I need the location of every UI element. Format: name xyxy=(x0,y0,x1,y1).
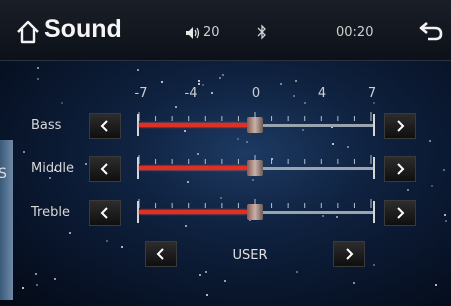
middle-decrease-button[interactable] xyxy=(89,156,121,182)
chevron-left-icon xyxy=(156,248,164,260)
star xyxy=(347,146,349,149)
left-edge-panel: S xyxy=(0,140,13,300)
star xyxy=(219,77,222,80)
slider-knob[interactable] xyxy=(247,204,263,220)
star xyxy=(223,279,226,282)
bass-decrease-button[interactable] xyxy=(89,113,121,139)
chevron-left-icon xyxy=(100,207,108,219)
chevron-right-icon xyxy=(346,248,354,260)
treble-increase-button[interactable] xyxy=(384,200,416,226)
volume-icon xyxy=(186,27,200,39)
volume-value: 20 xyxy=(203,25,220,40)
mode-previous-button[interactable] xyxy=(145,241,177,267)
slider-end xyxy=(373,114,375,136)
star xyxy=(84,162,87,165)
star xyxy=(205,294,208,297)
star xyxy=(372,102,375,105)
bass-increase-button[interactable] xyxy=(384,113,416,139)
star xyxy=(444,220,447,223)
chevron-left-icon xyxy=(100,163,108,175)
middle-increase-button[interactable] xyxy=(384,156,416,182)
star xyxy=(199,273,202,276)
slider-knob[interactable] xyxy=(247,117,263,133)
page-title: Sound xyxy=(44,15,122,43)
mode-next-button[interactable] xyxy=(333,241,365,267)
star xyxy=(106,240,109,243)
star xyxy=(210,92,213,95)
star xyxy=(331,143,334,146)
home-icon[interactable] xyxy=(15,19,41,45)
star xyxy=(69,231,72,234)
star xyxy=(61,101,64,104)
star xyxy=(185,225,188,228)
star xyxy=(186,181,189,184)
star xyxy=(236,137,239,140)
star xyxy=(161,80,164,83)
star xyxy=(442,168,445,171)
star xyxy=(245,141,248,144)
slider-end xyxy=(373,157,375,179)
slider-fill xyxy=(139,166,247,170)
slider-rail xyxy=(263,211,373,214)
slider-rail xyxy=(263,167,373,170)
scale-label: 7 xyxy=(367,86,377,101)
star xyxy=(48,176,51,179)
slider-fill xyxy=(139,210,247,214)
chevron-right-icon xyxy=(397,207,405,219)
band-label-bass: Bass xyxy=(31,118,62,133)
slider-fill xyxy=(139,123,247,127)
chevron-right-icon xyxy=(397,120,405,132)
star xyxy=(434,284,437,287)
left-edge-panel-text: S xyxy=(0,166,7,182)
scale-label: -7 xyxy=(134,86,148,101)
star xyxy=(54,277,56,280)
band-label-middle: Middle xyxy=(31,161,74,176)
treble-decrease-button[interactable] xyxy=(89,200,121,226)
star xyxy=(197,80,200,83)
star xyxy=(204,271,207,274)
scale-label: 0 xyxy=(251,86,261,101)
star xyxy=(372,264,375,267)
star xyxy=(428,139,431,142)
star xyxy=(221,74,224,77)
back-icon[interactable] xyxy=(418,20,444,42)
bass-slider[interactable] xyxy=(135,112,375,136)
star xyxy=(251,178,254,181)
bluetooth-icon xyxy=(257,24,266,40)
star xyxy=(295,80,298,83)
star xyxy=(36,67,39,70)
star xyxy=(35,284,38,287)
slider-rail xyxy=(263,124,373,127)
treble-slider[interactable] xyxy=(135,199,375,223)
clock: 00:20 xyxy=(336,25,374,40)
star xyxy=(121,245,124,248)
star xyxy=(296,270,299,273)
star xyxy=(280,82,283,85)
chevron-right-icon xyxy=(397,163,405,175)
middle-slider[interactable] xyxy=(135,155,375,179)
chevron-left-icon xyxy=(100,120,108,132)
star xyxy=(406,188,409,191)
star xyxy=(430,185,433,188)
star xyxy=(174,106,177,109)
star xyxy=(37,78,40,81)
star xyxy=(303,102,306,105)
band-label-treble: Treble xyxy=(31,205,70,220)
eq-mode-label: USER xyxy=(232,248,268,263)
scale-label: -4 xyxy=(184,86,198,101)
star xyxy=(22,287,25,290)
star xyxy=(444,214,447,217)
star xyxy=(136,69,139,72)
star xyxy=(23,150,26,153)
slider-knob[interactable] xyxy=(247,160,263,176)
star xyxy=(353,281,356,284)
header-bar: Sound 20 00:20 xyxy=(0,0,451,61)
slider-end xyxy=(373,201,375,223)
scale-label: 4 xyxy=(317,86,327,101)
star xyxy=(293,94,296,97)
star xyxy=(35,272,38,275)
